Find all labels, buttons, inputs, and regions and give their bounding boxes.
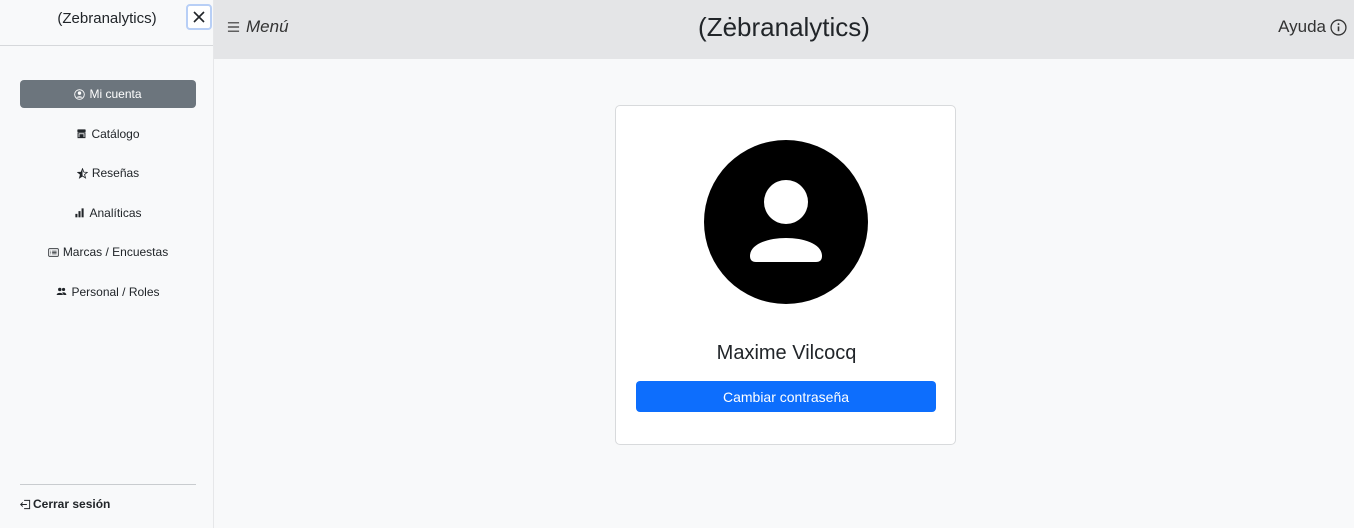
sidebar-divider (20, 484, 196, 485)
close-sidebar-button[interactable] (186, 4, 212, 30)
sidebar: (Zebranalytics) Mi cuenta Catálogo Reseñ… (0, 0, 214, 528)
card-list-icon (48, 248, 59, 257)
sidebar-item-label: Mi cuenta (89, 87, 142, 101)
help-button[interactable]: Ayuda (1278, 17, 1347, 37)
sidebar-item-analiticas[interactable]: Analíticas (20, 199, 196, 227)
logout-label: Cerrar sesión (33, 497, 111, 511)
box-arrow-left-icon (20, 499, 31, 509)
star-half-icon (76, 167, 88, 179)
sidebar-item-label: Marcas / Encuestas (62, 245, 169, 260)
avatar-icon (704, 140, 868, 304)
sidebar-item-personal-roles[interactable]: Personal / Roles (20, 278, 196, 306)
sidebar-item-catalogo[interactable]: Catálogo (20, 120, 196, 148)
top-bar: Menú (Zėbranalytics) Ayuda (214, 0, 1354, 59)
sidebar-title: (Zebranalytics) (0, 10, 214, 27)
sidebar-item-resenas[interactable]: Reseñas (20, 159, 196, 187)
sidebar-title-text: (Zebranalytics) (57, 10, 157, 27)
people-icon (57, 288, 67, 296)
shop-icon (77, 129, 87, 139)
sidebar-item-label: Analíticas (89, 205, 142, 220)
sidebar-nav: Mi cuenta Catálogo Reseñas Analíticas Ma… (20, 80, 196, 318)
user-name: Maxime Vilcocq (716, 342, 857, 364)
profile-card: Maxime Vilcocq Cambiar contraseña (615, 105, 956, 445)
sidebar-item-mi-cuenta[interactable]: Mi cuenta (20, 80, 196, 108)
bar-chart-icon (75, 208, 85, 218)
menu-label: Menú (246, 17, 289, 36)
sidebar-item-marcas-encuestas[interactable]: Marcas / Encuestas (20, 238, 196, 266)
hamburger-icon (227, 22, 240, 32)
sidebar-header: (Zebranalytics) (0, 0, 213, 46)
sidebar-item-label: Reseñas (91, 166, 140, 181)
app-title: (Zėbranalytics) (698, 12, 870, 42)
help-label: Ayuda (1278, 17, 1326, 36)
logout-link[interactable]: Cerrar sesión (20, 497, 110, 511)
close-icon (193, 11, 205, 23)
sidebar-item-label: Catálogo (91, 126, 140, 141)
change-password-button[interactable]: Cambiar contraseña (636, 381, 936, 412)
sidebar-item-label: Personal / Roles (71, 284, 160, 299)
menu-button[interactable]: Menú (227, 17, 289, 37)
person-circle-icon (74, 88, 86, 100)
info-circle-icon (1330, 18, 1347, 36)
